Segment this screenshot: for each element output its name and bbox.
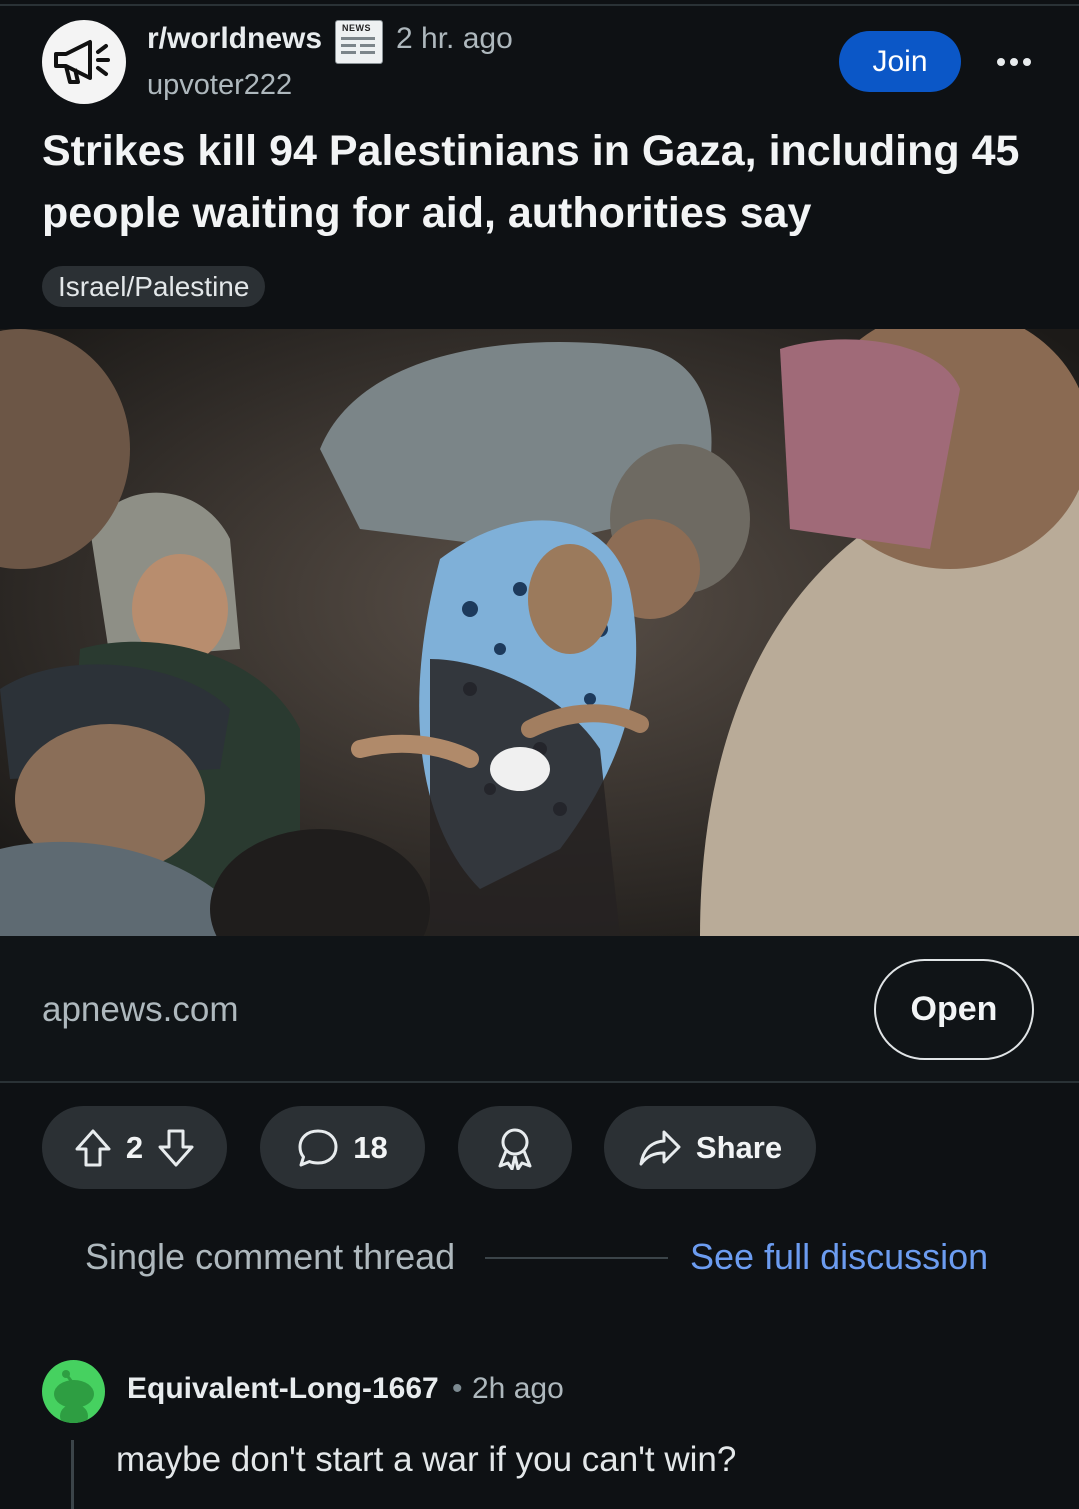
downvote-button[interactable] [157, 1128, 195, 1168]
action-divider [0, 1081, 1079, 1083]
speech-bubble-icon [298, 1129, 338, 1166]
megaphone-icon [54, 40, 110, 84]
subreddit-avatar[interactable] [42, 20, 126, 104]
comment-username[interactable]: Equivalent-Long-1667 [127, 1372, 439, 1406]
subreddit-name[interactable]: r/worldnews [147, 22, 322, 56]
more-dots-icon [997, 58, 1005, 66]
share-label: Share [695, 1129, 783, 1165]
award-button[interactable] [458, 1106, 572, 1189]
arrow-up-icon [75, 1129, 111, 1166]
news-photo [0, 329, 1079, 936]
post-author[interactable]: upvoter222 [147, 69, 292, 102]
vote-bar: 2 [42, 1106, 227, 1189]
comment-thread-line[interactable] [71, 1440, 74, 1509]
comment-separator: • [452, 1372, 463, 1405]
award-icon [498, 1128, 532, 1170]
comment-body: maybe don't start a war if you can't win… [116, 1440, 737, 1479]
open-link-button[interactable]: Open [874, 959, 1034, 1060]
comment-time: 2h ago [472, 1372, 564, 1405]
news-badge-label: NEWS [342, 23, 371, 33]
vote-count: 2 [125, 1129, 144, 1165]
snoo-avatar-icon [54, 1370, 94, 1423]
top-divider [0, 4, 1079, 6]
comment-count: 18 [353, 1129, 388, 1165]
arrow-down-icon [158, 1129, 194, 1166]
share-arrow-icon [639, 1130, 681, 1165]
more-options-button[interactable] [992, 42, 1036, 82]
post-flair[interactable]: Israel/Palestine [42, 266, 266, 307]
post-image[interactable] [0, 329, 1079, 936]
post-time: 2 hr. ago [396, 22, 513, 55]
join-button[interactable]: Join [839, 31, 961, 92]
post-title[interactable]: Strikes kill 94 Palestinians in Gaza, in… [42, 120, 1032, 244]
comments-button[interactable]: 18 [260, 1106, 425, 1189]
comment-avatar[interactable] [42, 1360, 105, 1423]
share-button[interactable]: Share [604, 1106, 816, 1189]
thread-label: Single comment thread [85, 1236, 456, 1277]
see-full-discussion-link[interactable]: See full discussion [690, 1236, 988, 1278]
link-domain[interactable]: apnews.com [42, 990, 238, 1030]
newspaper-icon: NEWS [335, 20, 383, 64]
upvote-button[interactable] [74, 1128, 112, 1168]
thread-divider [485, 1257, 668, 1259]
